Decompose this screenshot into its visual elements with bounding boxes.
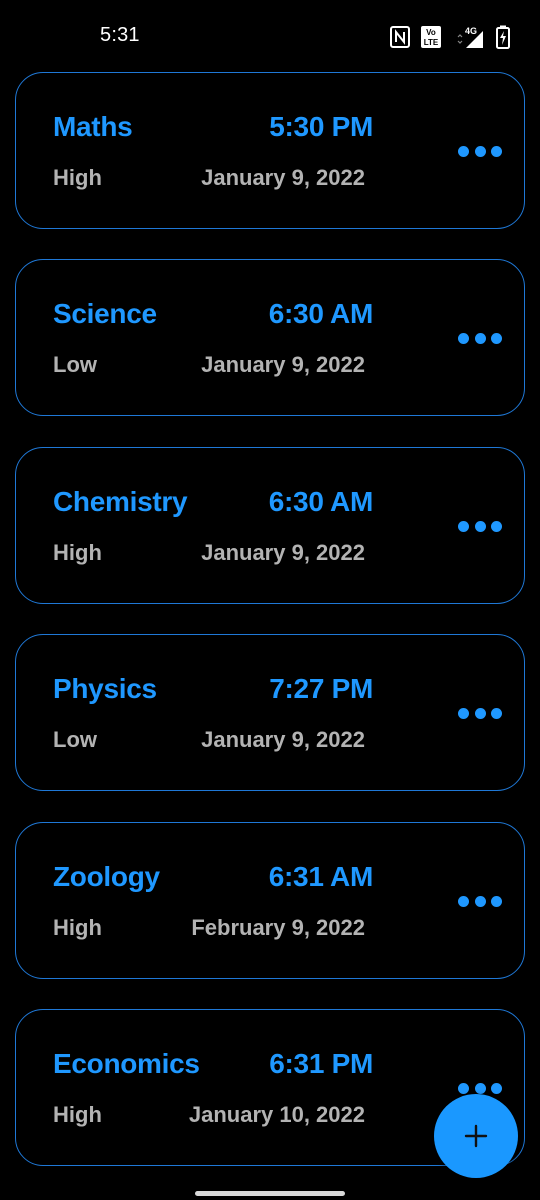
home-indicator[interactable] bbox=[195, 1191, 345, 1196]
dot bbox=[458, 145, 469, 157]
task-time: 6:30 AM bbox=[268, 298, 374, 329]
signal-4g-icon: 4G bbox=[452, 25, 486, 49]
task-priority: Low bbox=[53, 727, 97, 752]
dot bbox=[474, 520, 486, 532]
task-priority: High bbox=[53, 915, 102, 940]
task-date: January 9, 2022 bbox=[201, 352, 365, 377]
task-priority: Low bbox=[53, 352, 97, 377]
more-options-icon[interactable] bbox=[458, 328, 502, 348]
dot bbox=[491, 707, 502, 719]
dot bbox=[458, 332, 469, 344]
task-date: February 9, 2022 bbox=[191, 915, 365, 940]
battery-charging-icon bbox=[496, 25, 510, 49]
task-date: January 9, 2022 bbox=[201, 540, 365, 565]
task-time: 7:27 PM bbox=[269, 673, 373, 704]
task-time: 6:31 PM bbox=[269, 1048, 373, 1079]
task-priority: High bbox=[53, 540, 102, 565]
status-bar: 5:31 Vo LTE 4G bbox=[0, 0, 540, 72]
dot bbox=[491, 895, 502, 907]
task-time: 6:31 AM bbox=[268, 861, 374, 892]
dot bbox=[474, 707, 486, 719]
dot bbox=[474, 145, 486, 157]
dot bbox=[458, 520, 469, 532]
task-subject: Zoology bbox=[53, 861, 160, 892]
dot bbox=[474, 1082, 486, 1094]
more-options-icon[interactable] bbox=[458, 891, 502, 911]
dot bbox=[491, 1082, 502, 1094]
volte-icon: Vo LTE bbox=[420, 25, 442, 49]
dot bbox=[491, 145, 502, 157]
task-card[interactable]: Chemistry 6:30 AM High January 9, 2022 bbox=[15, 447, 525, 604]
task-date: January 10, 2022 bbox=[188, 1102, 365, 1127]
nfc-icon bbox=[390, 26, 410, 48]
task-subject: Science bbox=[53, 298, 157, 329]
plus-icon bbox=[464, 1124, 488, 1148]
dot bbox=[458, 895, 469, 907]
task-card[interactable]: Maths 5:30 PM High January 9, 2022 bbox=[15, 72, 525, 229]
app-screen: 5:31 Vo LTE 4G Maths 5:30 PM High Januar… bbox=[0, 0, 540, 1200]
task-subject: Maths bbox=[53, 111, 133, 142]
task-card[interactable]: Science 6:30 AM Low January 9, 2022 bbox=[15, 259, 525, 416]
task-subject: Physics bbox=[53, 673, 157, 704]
dot bbox=[458, 1082, 469, 1094]
task-subject: Chemistry bbox=[53, 486, 188, 517]
task-card[interactable]: Physics 7:27 PM Low January 9, 2022 bbox=[15, 634, 525, 791]
add-task-button[interactable] bbox=[434, 1094, 518, 1178]
task-priority: High bbox=[53, 1102, 102, 1127]
task-priority: High bbox=[53, 165, 102, 190]
more-options-icon[interactable] bbox=[458, 141, 502, 161]
task-time: 5:30 PM bbox=[269, 111, 373, 142]
task-date: January 9, 2022 bbox=[201, 165, 365, 190]
task-card[interactable]: Zoology 6:31 AM High February 9, 2022 bbox=[15, 822, 525, 979]
dot bbox=[474, 895, 486, 907]
status-icons: Vo LTE 4G bbox=[390, 24, 510, 50]
svg-text:Vo: Vo bbox=[426, 28, 436, 37]
more-options-icon[interactable] bbox=[458, 703, 502, 723]
more-options-icon[interactable] bbox=[458, 516, 502, 536]
task-time: 6:30 AM bbox=[268, 486, 374, 517]
task-date: January 9, 2022 bbox=[201, 727, 365, 752]
dot bbox=[491, 332, 502, 344]
svg-text:4G: 4G bbox=[465, 26, 477, 36]
dot bbox=[474, 332, 486, 344]
svg-text:LTE: LTE bbox=[424, 38, 439, 47]
status-time: 5:31 bbox=[100, 24, 140, 46]
task-subject: Economics bbox=[53, 1048, 200, 1079]
dot bbox=[491, 520, 502, 532]
dot bbox=[458, 707, 469, 719]
